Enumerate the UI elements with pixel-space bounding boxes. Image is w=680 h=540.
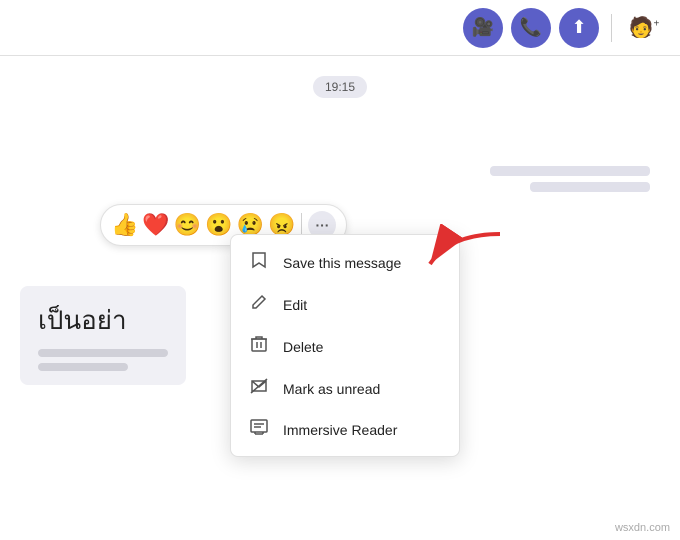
watermark: wsxdn.com [615,522,670,534]
left-message-bubble: เป็นอย่า [20,286,186,385]
video-call-button[interactable]: 🎥 [463,8,503,48]
timestamp-label: 19:15 [313,76,367,98]
timestamp-area: 19:15 [20,76,660,98]
delete-menu-item[interactable]: Delete [231,325,459,368]
immersive-reader-label: Immersive Reader [283,422,397,438]
placeholder-line-1 [490,166,650,176]
emoji-smile[interactable]: 😊 [174,212,201,238]
delete-label: Delete [283,339,323,355]
save-message-label: Save this message [283,255,401,271]
text-line-long [38,349,168,357]
bookmark-icon [249,251,269,274]
edit-icon [249,294,269,315]
more-reactions-icon: ··· [315,217,329,233]
emoji-thumbsup[interactable]: 👍 [111,212,138,238]
save-message-menu-item[interactable]: Save this message [231,241,459,284]
header-bar: 🎥 📞 ⬆ 🧑+ [0,0,680,56]
immersive-reader-menu-item[interactable]: Immersive Reader [231,409,459,450]
thai-text: เป็นอย่า [38,300,168,341]
mark-unread-menu-item[interactable]: Mark as unread [231,368,459,409]
share-button[interactable]: ⬆ [559,8,599,48]
message-text-lines [38,349,168,371]
text-line-short [38,363,128,371]
mark-unread-icon [249,378,269,399]
context-menu: Save this message Edit Delete [230,234,460,457]
add-people-button[interactable]: 🧑+ [624,8,664,48]
right-message-placeholder [490,166,650,192]
edit-menu-item[interactable]: Edit [231,284,459,325]
add-people-icon: 🧑+ [629,15,660,40]
placeholder-line-2 [530,182,650,192]
edit-label: Edit [283,297,307,313]
delete-icon [249,335,269,358]
mark-unread-label: Mark as unread [283,381,380,397]
chat-area: 19:15 เป็นอย่า 👍 ❤️ 😊 😮 😢 😠 ··· [0,56,680,540]
immersive-reader-icon [249,419,269,440]
header-divider [611,14,612,42]
emoji-heart[interactable]: ❤️ [142,212,169,238]
video-icon: 🎥 [472,17,494,38]
phone-icon: 📞 [520,17,542,38]
emoji-surprised[interactable]: 😮 [205,212,232,238]
audio-call-button[interactable]: 📞 [511,8,551,48]
share-screen-icon: ⬆ [571,17,586,38]
